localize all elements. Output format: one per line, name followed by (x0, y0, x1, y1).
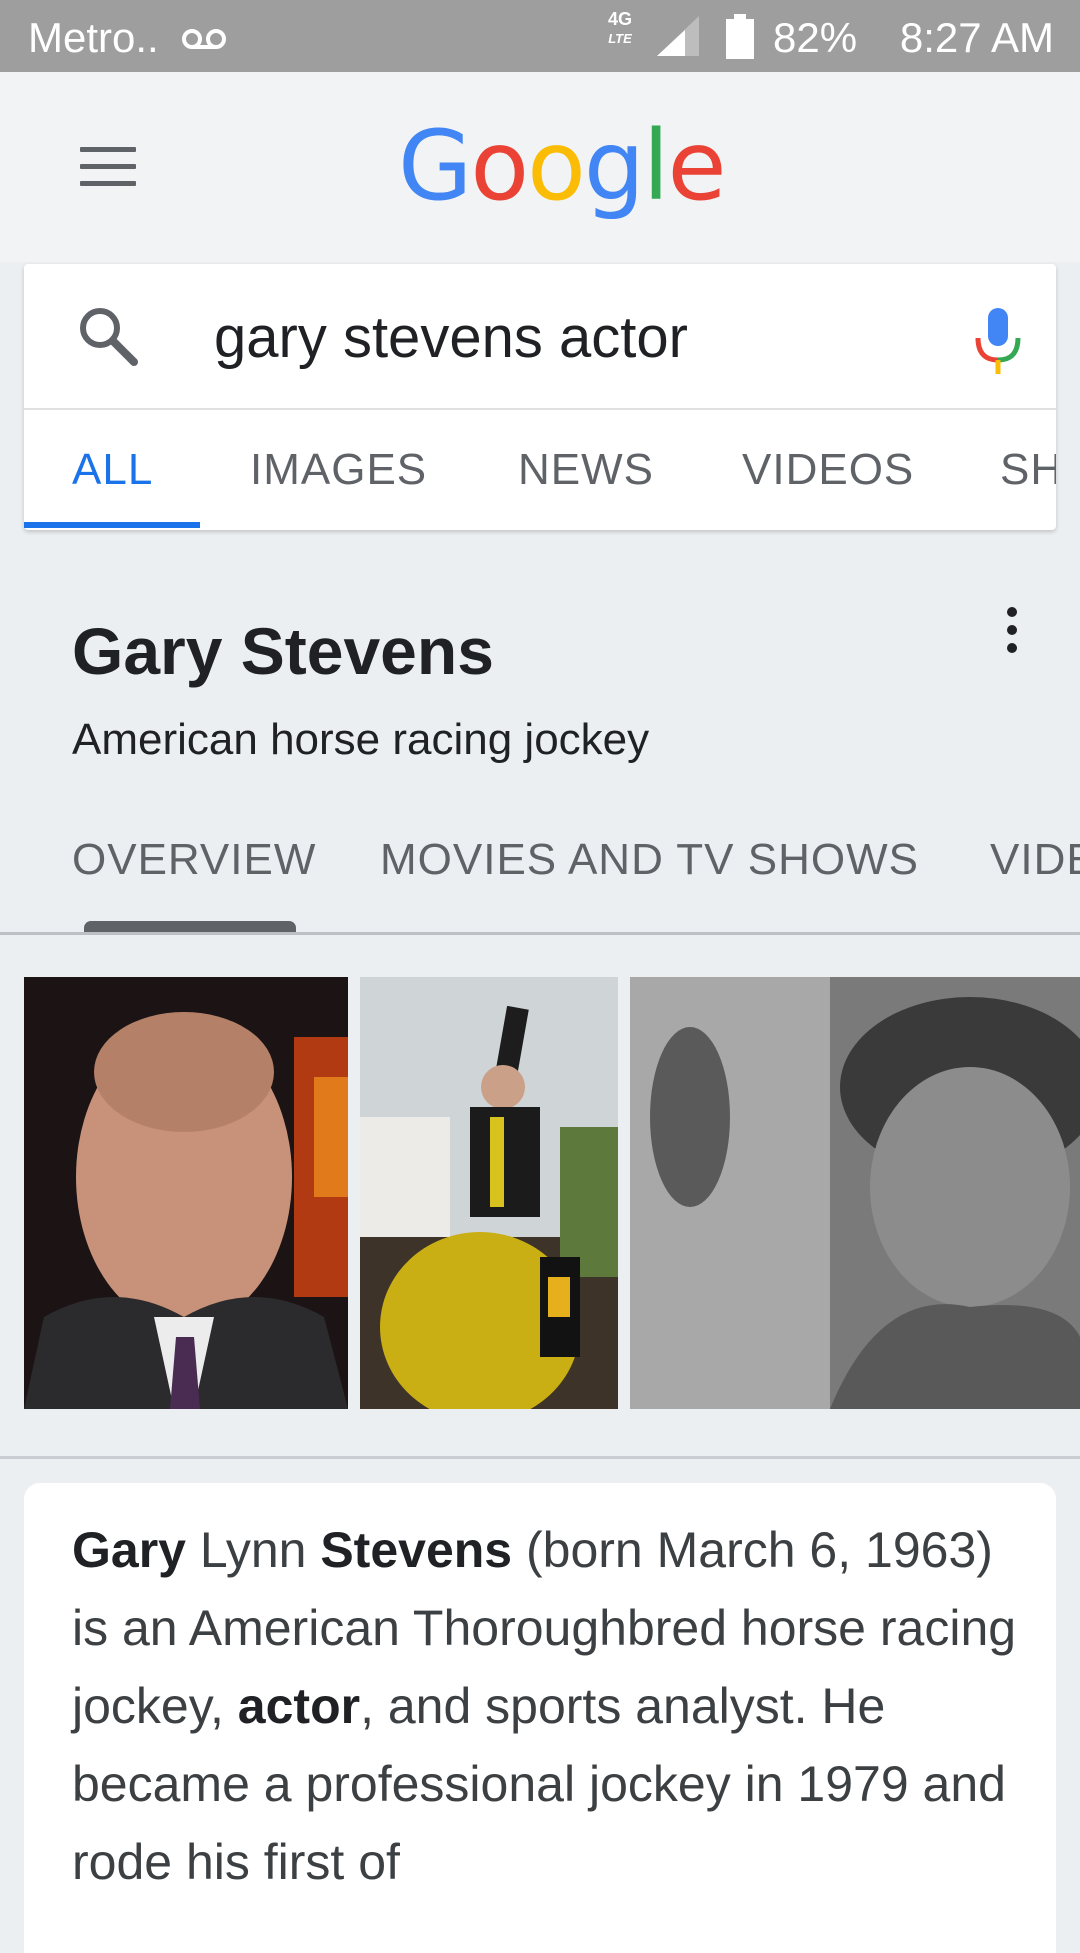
photo-portrait[interactable] (24, 977, 348, 1409)
tab-news[interactable]: NEWS (518, 410, 654, 530)
highlight-actor: actor (237, 1678, 361, 1734)
description-text: Gary Lynn Stevens (born March 6, 1963) i… (72, 1511, 1022, 1901)
logo-letter: o (470, 110, 529, 222)
active-tab-indicator (24, 522, 200, 528)
network-type: 4G (607, 9, 632, 29)
photo-jockey-closeup[interactable] (630, 977, 1080, 1409)
search-tabs: ALL IMAGES NEWS VIDEOS SH (24, 410, 1056, 530)
more-options-icon[interactable] (1000, 607, 1024, 667)
carrier-name: Metro.. (28, 14, 159, 61)
search-input[interactable] (214, 302, 894, 372)
search-bar (24, 264, 1056, 410)
description-card: Gary Lynn Stevens (born March 6, 1963) i… (24, 1483, 1056, 1953)
battery-icon (725, 14, 755, 70)
status-bar: Metro.. 4G LTE 82% 8:27 AM (0, 0, 1080, 72)
signal-icon (655, 14, 701, 68)
microphone-icon[interactable] (968, 304, 1028, 384)
tab-all[interactable]: ALL (72, 410, 153, 530)
knowledge-panel: Gary Stevens American horse racing jocke… (0, 555, 1080, 935)
network-sub: LTE (608, 31, 632, 46)
search-card: ALL IMAGES NEWS VIDEOS SH (24, 264, 1056, 530)
logo-letter: l (642, 110, 670, 222)
voicemail-icon (180, 16, 228, 64)
logo-letter: G (398, 110, 472, 222)
logo-letter: e (667, 110, 726, 222)
app-header: Google (0, 72, 1080, 262)
google-logo[interactable]: Google (398, 110, 727, 222)
kp-tab-overview[interactable]: OVERVIEW (72, 835, 316, 885)
divider (0, 932, 1080, 935)
highlight-first-name: Gary (72, 1522, 186, 1578)
highlight-last-name: Stevens (320, 1522, 513, 1578)
text-segment: Lynn (185, 1522, 321, 1578)
clock: 8:27 AM (899, 14, 1054, 61)
tab-images[interactable]: IMAGES (250, 410, 427, 530)
menu-icon[interactable] (80, 147, 136, 187)
battery-percent: 82% (773, 14, 858, 61)
tab-shopping[interactable]: SH (1000, 410, 1056, 530)
logo-letter: o (527, 110, 586, 222)
divider (0, 1456, 1080, 1459)
photo-jockey-celebrating[interactable] (360, 977, 618, 1409)
kp-tab-movies-tv[interactable]: MOVIES AND TV SHOWS (380, 835, 919, 885)
search-icon[interactable] (76, 304, 140, 368)
network-type-icon: 4G LTE (600, 10, 640, 48)
tab-videos[interactable]: VIDEOS (742, 410, 914, 530)
kp-tab-videos[interactable]: VIDE (990, 835, 1080, 885)
entity-title: Gary Stevens (72, 614, 494, 688)
logo-letter: g (583, 110, 645, 222)
entity-subtitle: American horse racing jockey (72, 715, 650, 764)
